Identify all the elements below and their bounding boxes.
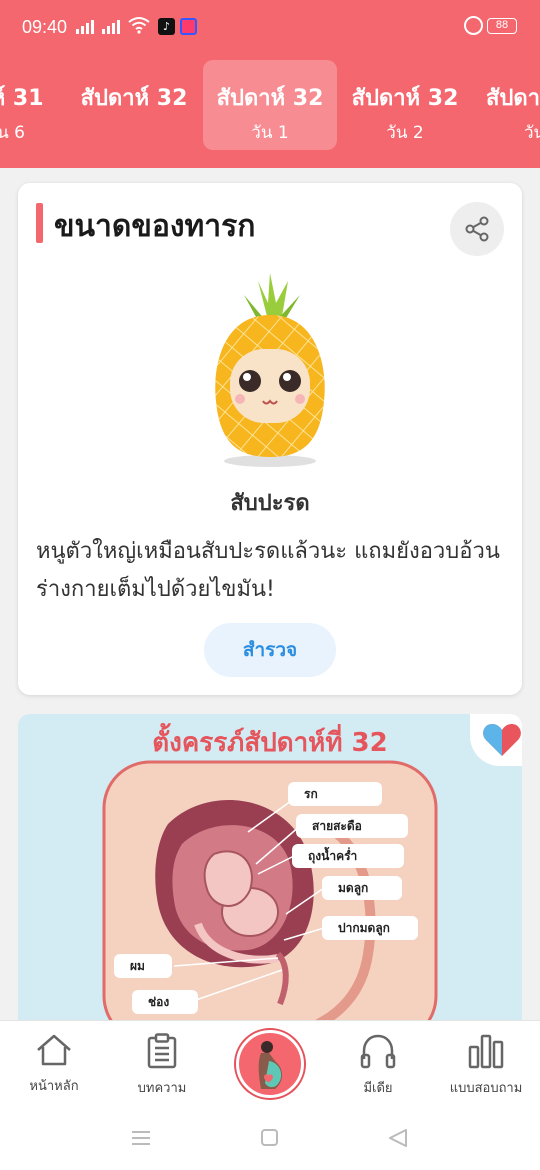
nav-articles-label: บทความ — [137, 1081, 187, 1096]
clipboard-icon — [147, 1033, 177, 1069]
week-tab-day: วัน 1 — [251, 123, 289, 143]
app-notification-icon — [180, 18, 197, 35]
signal-icon-2 — [102, 20, 120, 34]
explore-button[interactable]: สำรวจ — [204, 623, 336, 677]
card-title: ขนาดของทารก — [54, 209, 256, 244]
system-navigation-bar — [132, 1129, 407, 1147]
label-amniotic-sac: ถุงน้ำคร่ำ — [292, 844, 404, 868]
menu-icon[interactable] — [132, 1131, 150, 1145]
header: 09:40 ♪ 88 าห์ 31 น 6 สัปดาห์ 32 สัปดาห์… — [0, 0, 540, 168]
label-cervix: ปากมดลูก — [322, 916, 418, 940]
fruit-name: สับปะรด — [230, 491, 310, 516]
week-tabs: าห์ 31 น 6 สัปดาห์ 32 สัปดาห์ 32 วัน 1 ส… — [0, 60, 540, 150]
share-icon — [465, 216, 489, 242]
label-vagina: ช่องคลอด — [132, 990, 198, 1024]
uterus-diagram — [102, 760, 438, 1024]
pregnant-woman-icon — [258, 1041, 283, 1089]
nav-media-label: มีเดีย — [363, 1081, 393, 1096]
pineapple-illustration — [215, 273, 325, 467]
home-icon — [37, 1034, 71, 1066]
week-tab-title: สัปดา — [486, 86, 540, 111]
week-tab-title: สัปดาห์ 32 — [351, 86, 459, 111]
nav-media[interactable]: มีเดีย — [328, 1033, 428, 1098]
wifi-icon — [128, 17, 150, 34]
title-accent-bar — [36, 203, 43, 243]
status-bar: 09:40 ♪ 88 — [0, 0, 540, 54]
label-uterus: มดลูก — [322, 876, 402, 900]
week-tab-title: สัปดาห์ 32 — [216, 86, 324, 111]
fruit-description: หนูตัวใหญ่เหมือนสับปะรดแล้วนะ แถมยังอวบอ… — [36, 539, 500, 602]
week-tab-day: วัน — [524, 123, 540, 143]
label-hair: ผม — [114, 954, 172, 978]
week-tab-32-1-active[interactable]: สัปดาห์ 32 วัน 1 — [203, 60, 337, 150]
nav-home[interactable]: หน้าหลัก — [4, 1033, 104, 1096]
nav-pregnancy-center[interactable] — [236, 1030, 304, 1098]
nav-survey[interactable]: แบบสอบถาม — [436, 1033, 536, 1098]
week-tab-day: วัน 2 — [386, 123, 424, 143]
share-button[interactable] — [450, 202, 504, 256]
week-tab-title: สัปดาห์ 32 — [80, 86, 188, 111]
signal-icon — [76, 20, 94, 34]
label-placenta: รก — [288, 782, 382, 806]
bottom-navigation: หน้าหลัก บทความ มีเดีย แบบสอบถาม — [0, 1020, 540, 1170]
label-umbilical-cord: สายสะดือ — [296, 814, 408, 838]
pregnancy-illustration-card[interactable]: ตั้งครรภ์สัปดาห์ที่ 32 รก สายสะดือ ถุงน้… — [18, 714, 522, 1024]
nav-articles[interactable]: บทความ — [112, 1033, 212, 1098]
bar-chart-icon — [468, 1034, 504, 1069]
nav-home-label: หน้าหลัก — [29, 1079, 79, 1094]
status-time: 09:40 — [22, 17, 68, 37]
week-tab-32-2[interactable]: สัปดาห์ 32 วัน 2 — [338, 60, 472, 150]
battery-icon: 88 — [487, 18, 517, 34]
baby-size-card: ขนาดของทารก สับปะรด หนูตัวใหญ่เหมือนสับป… — [18, 183, 522, 695]
home-square-icon[interactable] — [261, 1129, 278, 1146]
tiktok-icon: ♪ — [158, 18, 175, 35]
week-tab-next[interactable]: สัปดา วัน — [474, 60, 540, 150]
headphones-icon — [360, 1034, 396, 1069]
alarm-icon — [464, 16, 483, 35]
week-tab-32[interactable]: สัปดาห์ 32 — [67, 60, 201, 150]
back-icon[interactable] — [389, 1129, 407, 1147]
nav-survey-label: แบบสอบถาม — [449, 1081, 523, 1096]
